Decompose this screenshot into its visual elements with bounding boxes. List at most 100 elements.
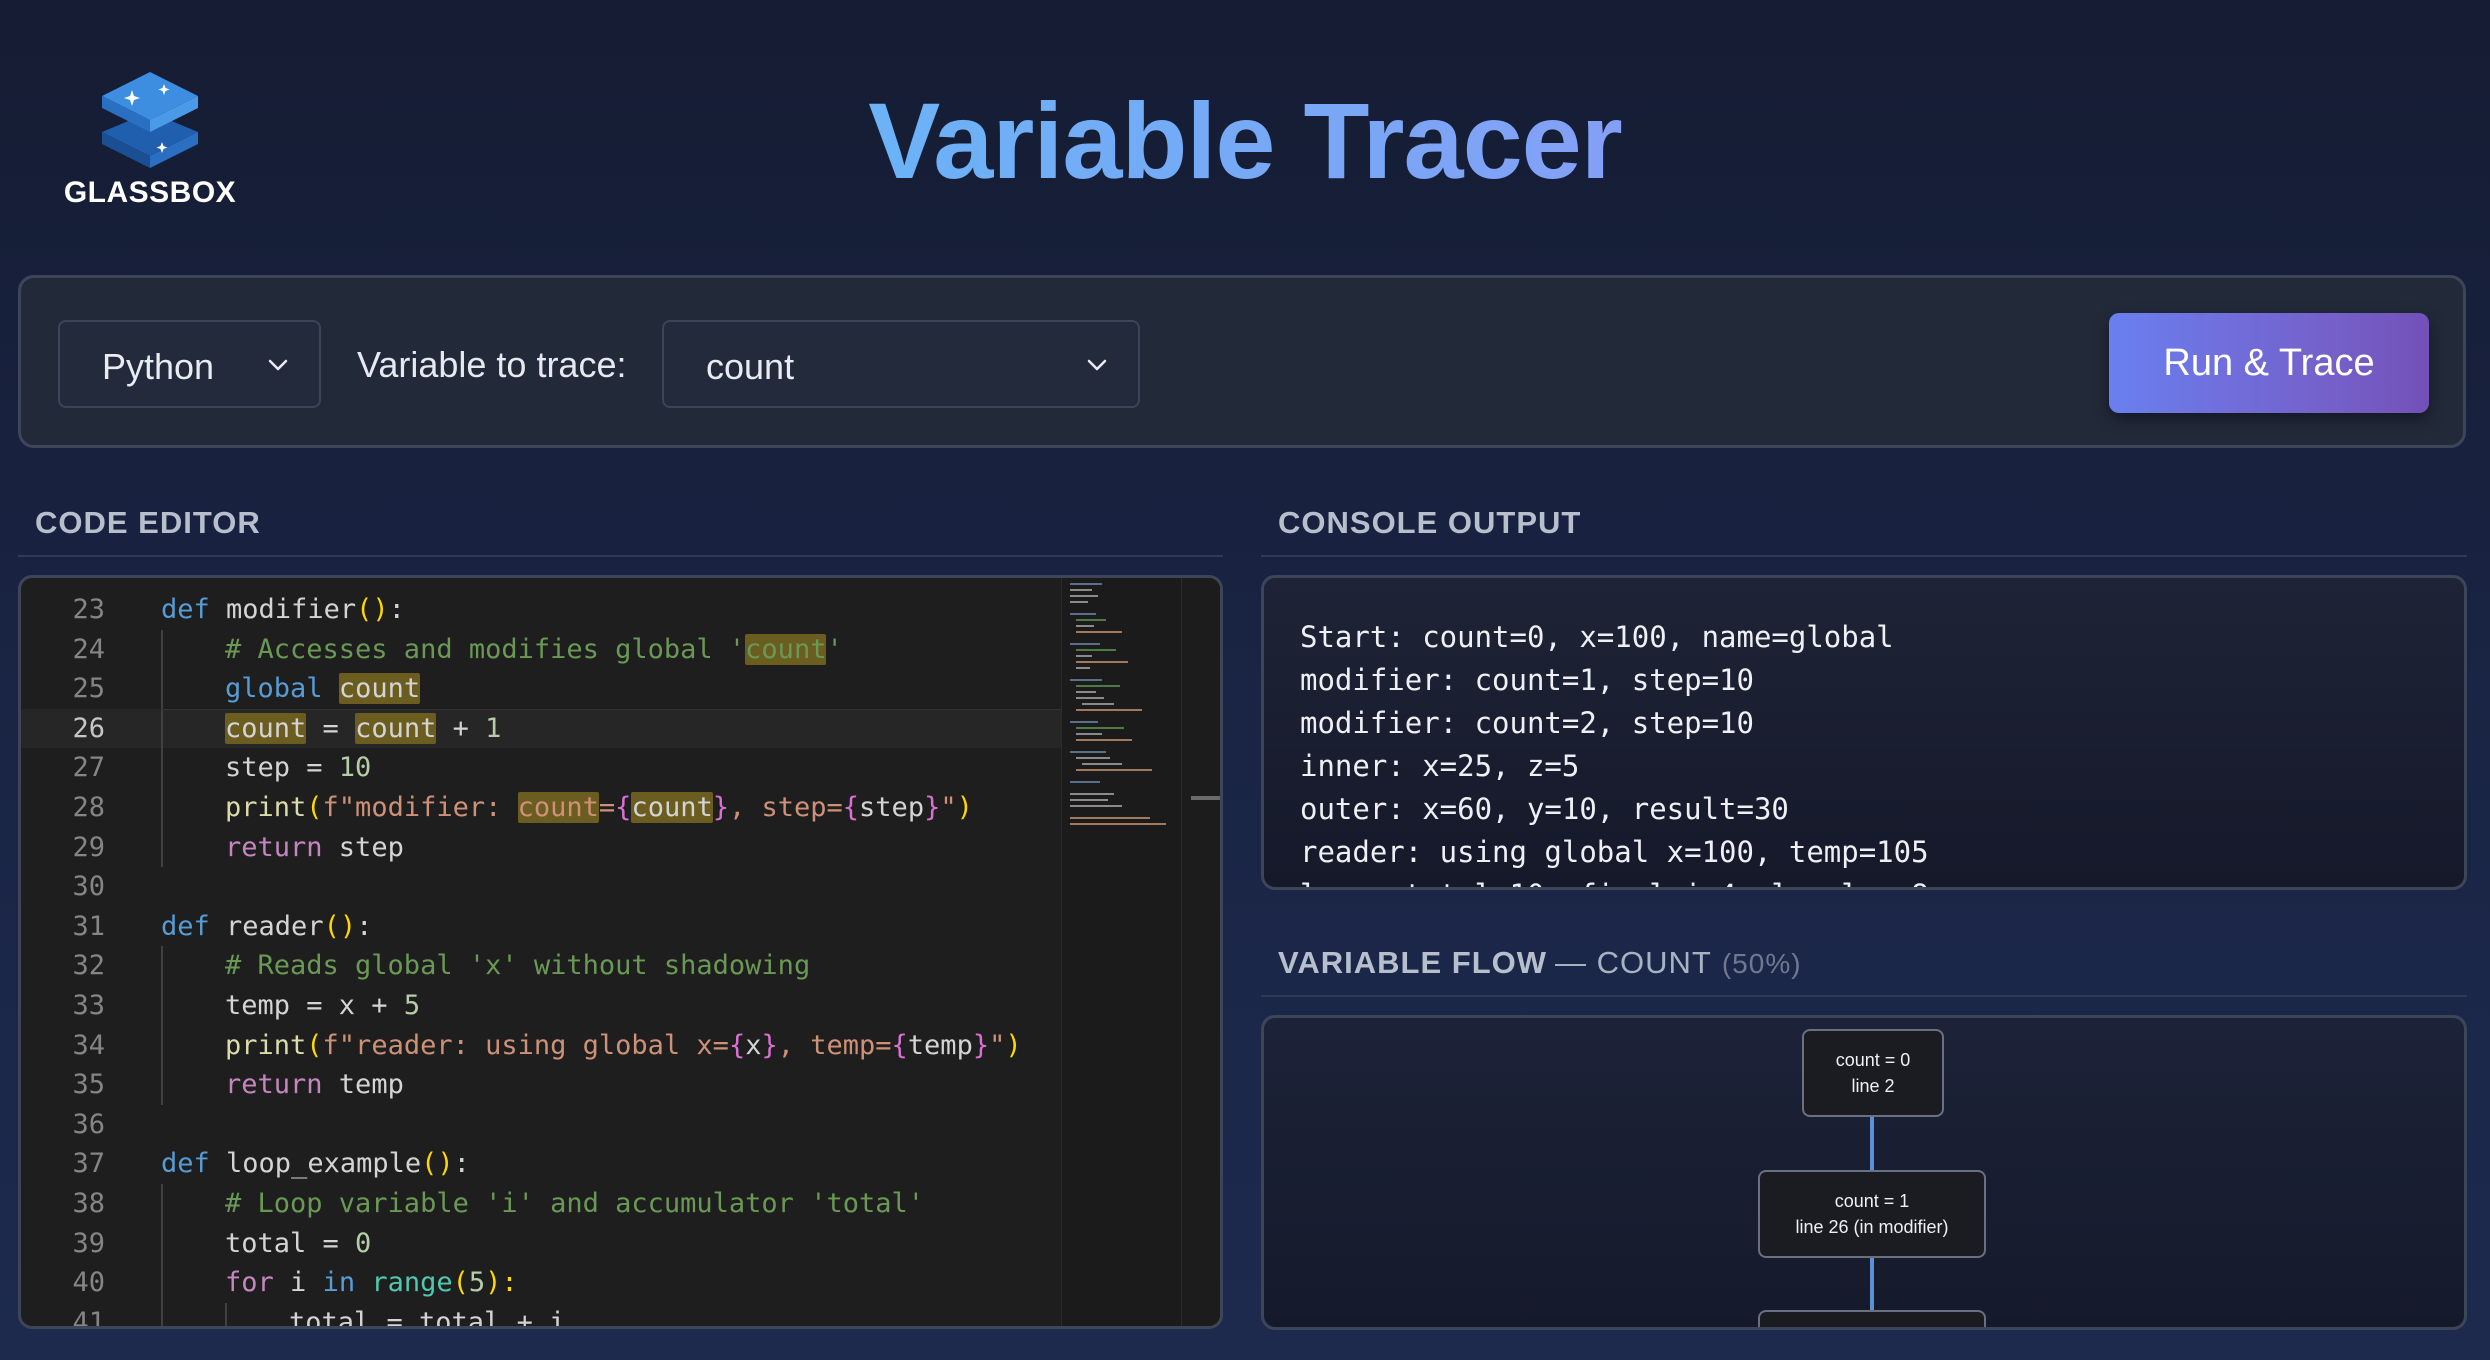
code-token: # Loop variable 'i' and accumulator 'tot… (225, 1187, 924, 1219)
code-token: = (306, 712, 356, 744)
flow-node-label: count = 1 (1834, 1191, 1910, 1211)
indent-guide (161, 827, 163, 868)
console-output-title: CONSOLE OUTPUT (1278, 505, 1582, 540)
language-select[interactable]: Python (58, 320, 321, 408)
code-token: f"reader: using global x= (322, 1029, 729, 1061)
indent-guide (161, 1025, 163, 1066)
line-number: 40 (72, 1267, 105, 1299)
code-token: step = (225, 752, 339, 784)
code-line[interactable]: 24 # Accesses and modifies global 'count' (21, 629, 1061, 670)
page-title: Variable Tracer (0, 78, 2490, 203)
code-line[interactable]: 25 global count (21, 669, 1061, 709)
code-text: # Loop variable 'i' and accumulator 'tot… (225, 1184, 924, 1224)
flow-node-line: line 2 (1851, 1076, 1895, 1096)
code-token: # Reads global 'x' without shadowing (225, 950, 811, 982)
code-token: ): (485, 1267, 518, 1299)
code-token: step (322, 831, 404, 863)
flow-node[interactable]: count = 1 line 26 (in modifier) (1758, 1170, 1986, 1258)
code-line[interactable]: 39 total = 0 (21, 1223, 1061, 1264)
code-line[interactable]: 26 count = count + 1 (21, 708, 1061, 749)
code-line[interactable]: 27 step = 10 (21, 748, 1061, 788)
code-token: { (891, 1029, 908, 1061)
code-text: count = count + 1 (225, 709, 501, 749)
code-line[interactable]: 37 def loop_example(): (21, 1144, 1061, 1184)
code-line[interactable]: 32 # Reads global 'x' without shadowing (21, 946, 1061, 986)
code-token: def (161, 910, 210, 942)
flow-node[interactable]: count = 0 line 2 (1802, 1029, 1944, 1117)
code-token: ( (306, 791, 323, 823)
code-line[interactable]: 41 total = total + i (21, 1302, 1061, 1329)
flow-node-line: line 26 (in modifier) (1795, 1217, 1949, 1237)
line-number: 38 (72, 1187, 105, 1219)
console-line: loop: total=10, final i=4, local x=8 (1300, 874, 1929, 887)
line-number: 31 (72, 910, 105, 942)
variable-select[interactable]: count (662, 320, 1140, 408)
line-number: 29 (72, 831, 105, 863)
code-editor[interactable]: 23 def modifier(): 24 # Accesses and modifi… (18, 575, 1223, 1329)
code-token: { (615, 791, 632, 823)
line-number: 25 (72, 673, 105, 705)
code-line[interactable]: 28 print(f"modifier: count={count}, step=… (21, 787, 1061, 828)
variable-flow-divider (1261, 995, 2467, 997)
code-token: { (842, 791, 860, 823)
code-token: return (225, 1069, 323, 1101)
code-line[interactable]: 36 (21, 1105, 1061, 1145)
run-trace-button[interactable]: Run & Trace (2109, 313, 2429, 413)
chevron-down-icon (1087, 359, 1107, 371)
code-line[interactable]: 31 def reader(): (21, 907, 1061, 947)
code-token: " (940, 791, 957, 823)
code-token: } (924, 791, 941, 823)
code-token: : (356, 910, 373, 942)
code-token: + (436, 712, 486, 744)
code-text: global count (225, 669, 421, 709)
code-token: ) (1005, 1029, 1022, 1061)
code-editor-title: CODE EDITOR (35, 505, 261, 540)
code-text: total = total + i (289, 1303, 566, 1329)
code-token: total = total + i (289, 1306, 566, 1329)
console-output[interactable]: Start: count=0, x=100, name=global modifi… (1261, 575, 2467, 890)
code-line[interactable]: 38 # Loop variable 'i' and accumulator 't… (21, 1183, 1061, 1224)
code-line[interactable]: 23 def modifier(): (21, 590, 1061, 630)
code-token: , step= (728, 791, 843, 823)
line-number: 24 (72, 633, 105, 665)
code-text: def reader(): (161, 907, 372, 947)
code-token: 5 (468, 1267, 486, 1299)
indent-guide (161, 669, 163, 709)
code-minimap[interactable] (1061, 578, 1181, 1326)
indent-guide (161, 946, 163, 986)
code-token: { (728, 1029, 746, 1061)
code-token: range (371, 1267, 453, 1299)
flow-node[interactable] (1758, 1310, 1986, 1327)
console-line: modifier: count=2, step=10 (1300, 706, 1754, 740)
code-line[interactable]: 40 for i in range(5): (21, 1263, 1061, 1303)
editor-scrollbar-track[interactable] (1181, 578, 1220, 1326)
line-number: 27 (72, 752, 105, 784)
editor-scrollbar-thumb[interactable] (1191, 796, 1220, 800)
code-token: } (761, 1029, 778, 1061)
indent-guide (161, 1263, 163, 1303)
code-text: # Reads global 'x' without shadowing (225, 946, 810, 986)
traced-variable-highlight: count (225, 712, 307, 744)
code-token: def (161, 1148, 210, 1180)
line-number: 37 (72, 1148, 105, 1180)
console-line: Start: count=0, x=100, name=global (1300, 620, 1894, 654)
code-token: 10 (338, 752, 372, 784)
console-line: outer: x=60, y=10, result=30 (1300, 792, 1789, 826)
code-text: def loop_example(): (161, 1144, 470, 1184)
code-line[interactable]: 29 return step (21, 827, 1061, 868)
code-token: ) (956, 791, 973, 823)
traced-variable-highlight: count (517, 791, 599, 823)
code-line[interactable]: 34 print(f"reader: using global x={x}, te… (21, 1025, 1061, 1066)
code-line[interactable]: 35 return temp (21, 1065, 1061, 1105)
code-line[interactable]: 30 (21, 867, 1061, 907)
code-text: for i in range(5): (225, 1263, 518, 1303)
indent-guide (161, 787, 163, 828)
code-token: global (225, 673, 323, 705)
code-text: # Accesses and modifies global 'count' (225, 630, 843, 670)
code-line[interactable]: 33 temp = x + 5 (21, 985, 1061, 1026)
variable-flow-panel[interactable]: count = 0 line 2 count = 1 line 26 (in m… (1261, 1015, 2467, 1330)
console-line: modifier: count=1, step=10 (1300, 663, 1754, 697)
flow-edge (1870, 1117, 1874, 1170)
